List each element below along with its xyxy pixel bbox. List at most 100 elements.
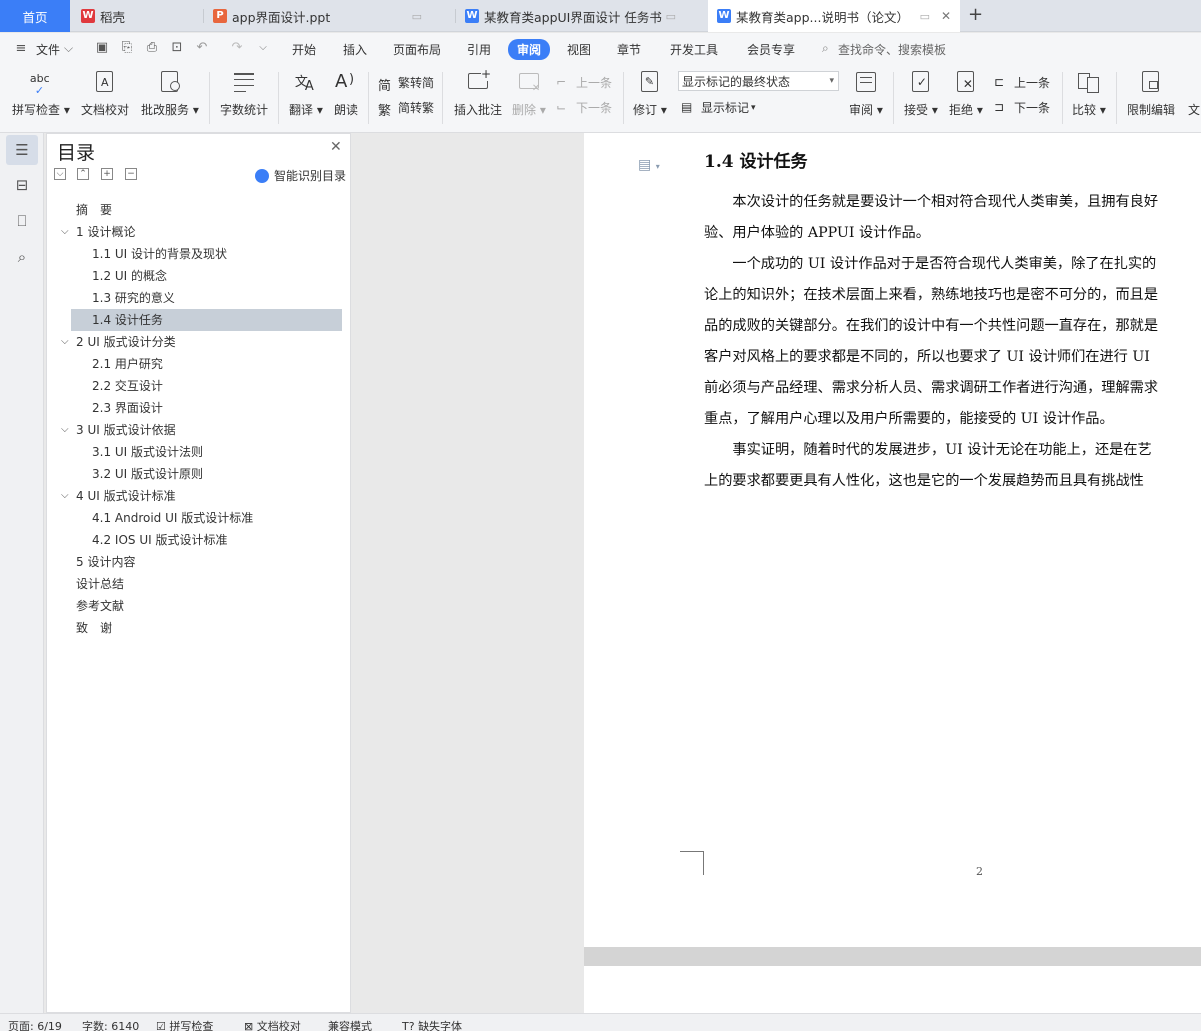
- tab-task-doc[interactable]: W 某教育类appUI界面设计 任务书 ▭: [456, 0, 706, 32]
- menu-member[interactable]: 会员专享: [747, 41, 795, 58]
- toc-item[interactable]: 1.3 研究的意义: [71, 287, 342, 309]
- show-markup-button[interactable]: ▤ 显示标记 ▾: [681, 99, 756, 116]
- menu-insert[interactable]: 插入: [343, 41, 367, 58]
- toc-item[interactable]: 2.1 用户研究: [71, 353, 342, 375]
- next-comment-button[interactable]: ⌙ 下一条: [556, 99, 612, 116]
- redo-icon[interactable]: ↷: [230, 41, 244, 55]
- chevron-down-icon[interactable]: ⌵: [61, 419, 69, 441]
- toc-item-label: 2.1 用户研究: [92, 357, 163, 371]
- compare-button[interactable]: 比较 ▾: [1072, 69, 1106, 118]
- tab-ppt[interactable]: P app界面设计.ppt ▭: [204, 0, 454, 32]
- command-search[interactable]: 查找命令、搜索模板: [838, 41, 946, 58]
- markup-state-dropdown[interactable]: 显示标记的最终状态 ▾: [678, 71, 839, 91]
- toc-item[interactable]: 参考文献: [71, 595, 342, 617]
- toc-item[interactable]: 1.4 设计任务: [71, 309, 342, 331]
- toc-item[interactable]: ⌵ 3 UI 版式设计依据: [61, 419, 342, 441]
- track-changes-button[interactable]: ✎ 修订 ▾: [633, 69, 667, 118]
- hamburger-icon[interactable]: ≡: [14, 42, 28, 56]
- doc-proof-icon: A: [93, 69, 117, 95]
- tab-docer[interactable]: W 稻壳: [72, 0, 202, 32]
- tab-thesis-doc[interactable]: W 某教育类app...说明书（论文） ▭ ✕: [708, 0, 960, 32]
- toc-icon[interactable]: ☰: [6, 135, 38, 165]
- chevron-down-icon[interactable]: ⌵: [61, 221, 69, 243]
- remove-level-icon[interactable]: −: [125, 168, 137, 180]
- chevron-down-icon[interactable]: ⌵: [64, 41, 73, 56]
- toc-item[interactable]: 2.2 交互设计: [71, 375, 342, 397]
- toc-item[interactable]: 1.2 UI 的概念: [71, 265, 342, 287]
- print-icon[interactable]: ⎙: [145, 41, 159, 55]
- doc-proof-button[interactable]: A 文档校对: [81, 69, 129, 118]
- toc-item[interactable]: 摘 要: [71, 199, 342, 221]
- spell-check-status[interactable]: ☑ 拼写检查: [156, 1018, 213, 1031]
- paragraph-options-icon[interactable]: ▤ ▾: [638, 157, 660, 173]
- chapter-nav-icon[interactable]: ⊟: [12, 175, 32, 195]
- review-service-button[interactable]: 批改服务 ▾: [141, 69, 199, 118]
- export-pdf-icon[interactable]: ⎘: [120, 41, 134, 55]
- expand-up-icon[interactable]: ⌃: [77, 168, 89, 180]
- toc-item[interactable]: 5 设计内容: [71, 551, 342, 573]
- spell-check-button[interactable]: abc ✓ 拼写检查 ▾: [12, 69, 70, 118]
- menu-start[interactable]: 开始: [292, 41, 316, 58]
- toc-title: 目录: [57, 142, 96, 164]
- collapse-all-icon[interactable]: ⌵: [54, 168, 66, 180]
- doc-proof-status[interactable]: ⊠ 文档校对: [244, 1018, 301, 1031]
- body-line: 上的要求都要更具有人性化，这也是它的一个发展趋势而且具有挑战性: [704, 473, 1144, 489]
- word-count[interactable]: 字数: 6140: [82, 1018, 139, 1031]
- toc-item[interactable]: 1.1 UI 设计的背景及现状: [71, 243, 342, 265]
- menu-file[interactable]: 文件: [36, 41, 60, 58]
- new-tab-button[interactable]: +: [968, 4, 983, 25]
- to-traditional-button[interactable]: 繁简转繁: [378, 99, 434, 119]
- insert-comment-button[interactable]: + 插入批注: [454, 67, 502, 118]
- menu-chapter[interactable]: 章节: [617, 41, 641, 58]
- trad-to-simp-icon: 简: [378, 78, 392, 94]
- close-tab-icon[interactable]: ✕: [941, 9, 951, 23]
- smart-toc-button[interactable]: 智能识别目录: [255, 167, 346, 184]
- bookmark-icon[interactable]: ⎕: [12, 211, 32, 231]
- page-indicator[interactable]: 页面: 6/19: [8, 1018, 62, 1031]
- toc-item[interactable]: 4.1 Android UI 版式设计标准: [71, 507, 342, 529]
- customize-icon[interactable]: ⌵: [256, 41, 270, 55]
- toc-item-label: 设计总结: [76, 577, 125, 591]
- menu-developer[interactable]: 开发工具: [670, 41, 718, 58]
- ribbon-overflow[interactable]: 文: [1187, 69, 1201, 118]
- tab-home[interactable]: 首页: [0, 0, 70, 32]
- menu-view[interactable]: 视图: [567, 41, 591, 58]
- reject-button[interactable]: ✕ 拒绝 ▾: [949, 69, 983, 118]
- missing-font-status[interactable]: T? 缺失字体: [402, 1018, 462, 1031]
- search-icon[interactable]: ⌕: [822, 41, 829, 56]
- review-pane-button[interactable]: 审阅 ▾: [849, 69, 883, 118]
- save-icon[interactable]: ▣: [95, 41, 109, 55]
- translate-button[interactable]: 文A 翻译 ▾: [289, 69, 323, 118]
- menu-reference[interactable]: 引用: [467, 41, 491, 58]
- undo-icon[interactable]: ↶: [195, 41, 209, 55]
- prev-change-button[interactable]: ⊏ 上一条: [994, 74, 1050, 91]
- menu-layout[interactable]: 页面布局: [393, 41, 441, 58]
- print-preview-icon[interactable]: ⊡: [170, 41, 184, 55]
- chevron-down-icon[interactable]: ⌵: [61, 331, 69, 353]
- prev-comment-button[interactable]: ⌐ 上一条: [556, 74, 612, 91]
- close-icon[interactable]: ✕: [330, 139, 342, 155]
- add-level-icon[interactable]: +: [101, 168, 113, 180]
- restrict-editing-button[interactable]: 限制编辑: [1127, 69, 1175, 118]
- chevron-down-icon[interactable]: ⌵: [61, 485, 69, 507]
- toc-item[interactable]: 2.3 界面设计: [71, 397, 342, 419]
- to-simplified-button[interactable]: 简繁转简: [378, 74, 434, 94]
- toc-item-label: 5 设计内容: [76, 555, 136, 569]
- toc-item[interactable]: ⌵ 2 UI 版式设计分类: [61, 331, 342, 353]
- toc-item[interactable]: 3.2 UI 版式设计原则: [71, 463, 342, 485]
- toc-item[interactable]: 致 谢: [71, 617, 342, 639]
- toc-item[interactable]: 4.2 IOS UI 版式设计标准: [71, 529, 342, 551]
- menu-bar: ≡ 文件 ⌵ ▣ ⎘ ⎙ ⊡ ↶ ↷ ⌵ 开始 插入 页面布局 引用 审阅 视图…: [0, 33, 1201, 65]
- toc-item[interactable]: ⌵ 4 UI 版式设计标准: [61, 485, 342, 507]
- delete-comment-button[interactable]: ✕ 删除 ▾: [512, 69, 546, 118]
- toc-item[interactable]: 3.1 UI 版式设计法则: [71, 441, 342, 463]
- toc-item[interactable]: 设计总结: [71, 573, 342, 595]
- accept-button[interactable]: ✓ 接受 ▾: [904, 69, 938, 118]
- next-change-button[interactable]: ⊐ 下一条: [994, 99, 1050, 116]
- toc-item[interactable]: ⌵ 1 设计概论: [61, 221, 342, 243]
- word-count-button[interactable]: 字数统计: [220, 69, 268, 118]
- label: 下一条: [1014, 101, 1051, 115]
- menu-review[interactable]: 审阅: [508, 39, 551, 60]
- search-icon[interactable]: ⌕: [12, 247, 32, 267]
- read-aloud-button[interactable]: A) 朗读: [334, 69, 358, 118]
